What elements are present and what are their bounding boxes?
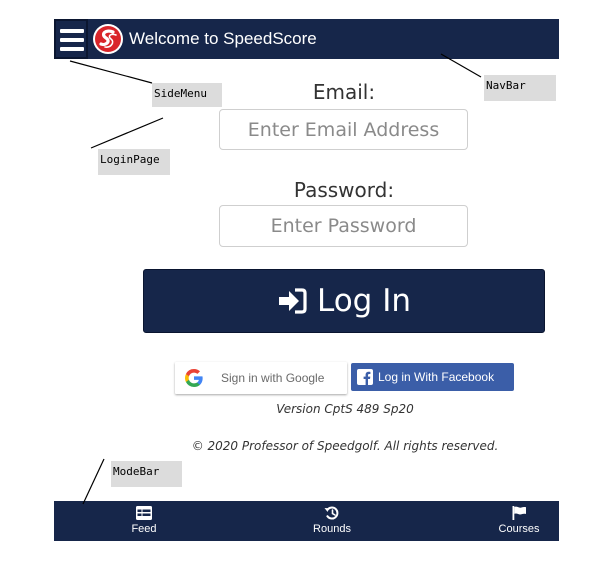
email-label: Email: <box>312 80 376 104</box>
password-input[interactable] <box>219 205 468 247</box>
mode-tab-rounds[interactable]: Rounds <box>292 501 372 541</box>
facebook-login-button[interactable]: Log in With Facebook <box>351 363 514 391</box>
side-menu-annotation: SideMenu <box>152 83 222 107</box>
sign-in-icon <box>278 288 307 314</box>
mode-bar-annotation: ModeBar <box>111 461 182 487</box>
speedscore-logo-icon <box>93 24 123 54</box>
history-icon <box>324 506 339 520</box>
google-sign-in-button[interactable]: Sign in with Google <box>175 362 347 394</box>
login-button[interactable]: Log In <box>143 269 545 333</box>
mode-tab-feed[interactable]: Feed <box>104 501 184 541</box>
screenshot-stage: Welcome to SpeedScore Email: Password: L… <box>0 0 615 562</box>
side-menu-button[interactable] <box>54 19 88 59</box>
facebook-button-label: Log in With Facebook <box>378 370 495 384</box>
mode-tab-label: Feed <box>131 523 157 535</box>
google-button-label: Sign in with Google <box>221 371 325 385</box>
login-button-label: Log In <box>316 283 411 319</box>
mode-tab-courses[interactable]: Courses <box>479 501 559 541</box>
mode-tab-label: Rounds <box>313 523 351 535</box>
password-label: Password: <box>293 178 395 202</box>
table-list-icon <box>136 506 152 520</box>
version-text: Version CptS 489 Sp20 <box>276 402 414 416</box>
app-title: Welcome to SpeedScore <box>129 29 317 48</box>
copyright-text: © 2020 Professor of Speedgolf. All right… <box>191 439 499 453</box>
nav-bar-annotation: NavBar <box>484 75 556 101</box>
mode-tab-label: Courses <box>498 523 540 535</box>
nav-bar: Welcome to SpeedScore <box>54 19 559 59</box>
flag-icon <box>512 506 526 520</box>
facebook-f-icon <box>357 369 373 385</box>
login-page-annotation: LoginPage <box>98 149 170 175</box>
mode-bar: Feed Rounds Courses <box>54 501 559 541</box>
google-g-icon <box>185 369 203 387</box>
email-input[interactable] <box>219 109 468 150</box>
